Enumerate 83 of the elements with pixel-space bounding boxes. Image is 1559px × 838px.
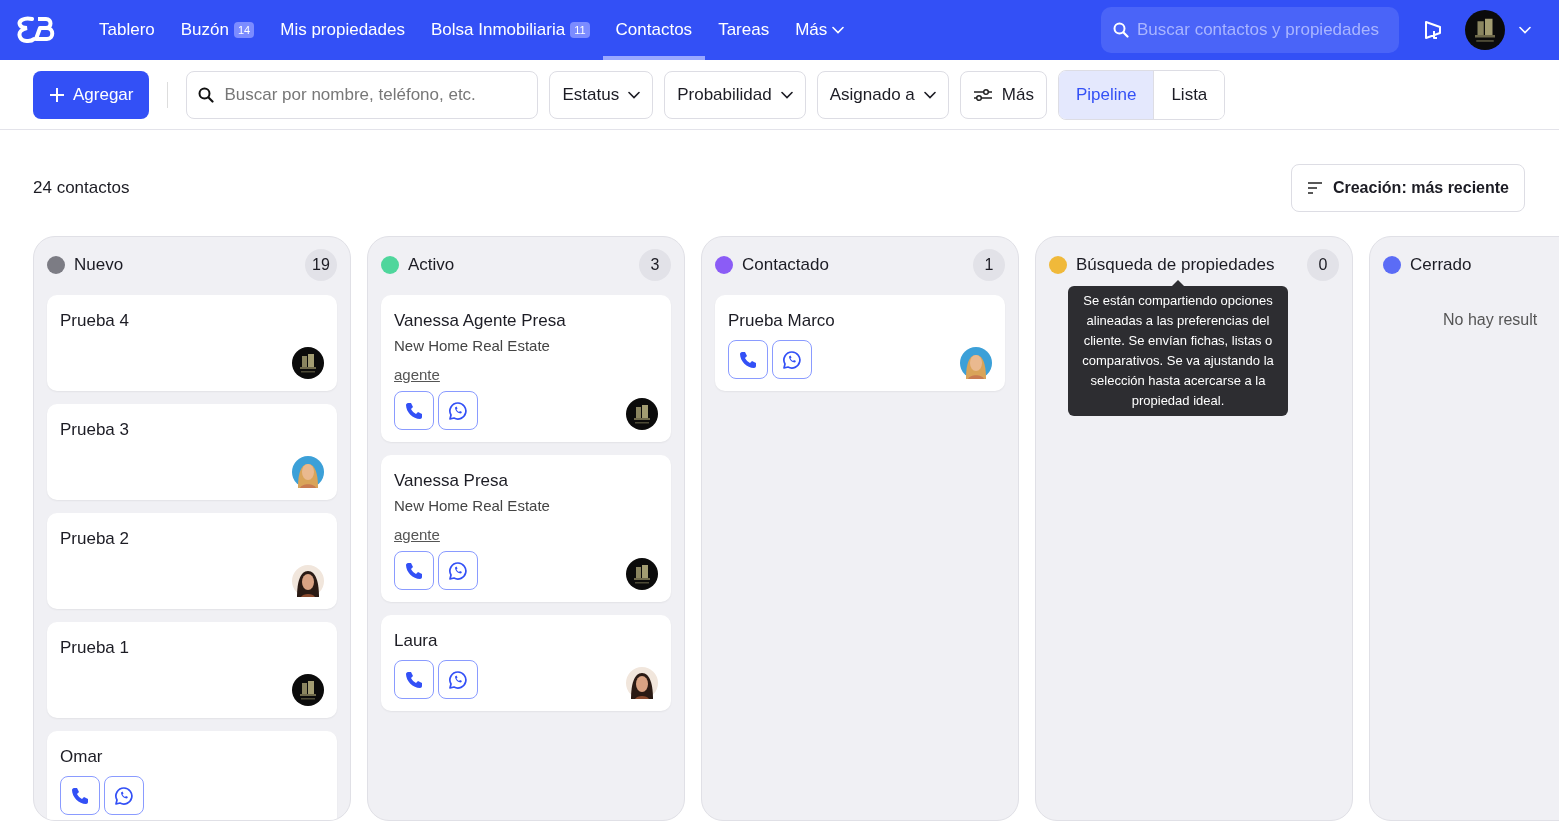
whatsapp-button[interactable] <box>104 776 144 815</box>
nav-tab[interactable]: Buzón 14 <box>167 0 268 60</box>
whatsapp-icon <box>448 400 468 421</box>
column-title: Contactado <box>742 255 829 275</box>
whatsapp-button[interactable] <box>438 551 478 590</box>
contact-name: Prueba 3 <box>60 420 130 440</box>
whatsapp-button[interactable] <box>772 340 812 379</box>
count-badge: 19 <box>305 249 337 281</box>
phone-icon <box>404 560 424 581</box>
chevron-down-icon <box>923 90 936 99</box>
add-button[interactable]: Agregar <box>33 70 150 119</box>
whatsapp-icon <box>782 349 802 370</box>
chevron-down-icon <box>832 26 845 34</box>
contact-name: Prueba 4 <box>60 311 130 331</box>
whatsapp-icon <box>114 785 134 806</box>
contact-card[interactable]: Omar <box>47 731 337 820</box>
column-title: Activo <box>408 255 455 275</box>
empty-message: No hay result <box>1443 311 1539 329</box>
phone-button[interactable] <box>394 391 434 430</box>
count-badge: 0 <box>1307 249 1339 281</box>
contact-card[interactable]: Prueba 4 <box>47 295 337 391</box>
chevron-down-icon <box>628 90 641 99</box>
column-title: Cerrado <box>1410 255 1472 275</box>
count-badge: 3 <box>639 249 671 281</box>
tag-link[interactable]: agente <box>394 526 440 543</box>
tag-link[interactable]: agente <box>394 366 440 383</box>
contact-count: 24 contactos <box>33 178 130 198</box>
column-title: Búsqueda de propiedades <box>1076 255 1275 275</box>
contact-name: Prueba Marco <box>728 311 836 331</box>
sliders-icon <box>972 87 993 102</box>
view-tab[interactable]: Lista <box>1153 70 1225 119</box>
phone-icon <box>404 400 424 421</box>
contact-card[interactable]: Laura <box>381 615 671 711</box>
count-badge: 11 <box>570 22 590 38</box>
count-badge: 14 <box>233 22 255 38</box>
filter-dropdown[interactable]: Asignado a <box>816 70 949 119</box>
whatsapp-button[interactable] <box>438 660 478 699</box>
phone-button[interactable] <box>394 551 434 590</box>
nav-tab[interactable]: Bolsa Inmobiliaria 11 <box>417 0 603 60</box>
plus-icon <box>49 86 65 103</box>
filter-dropdown[interactable]: Probabilidad <box>664 70 806 119</box>
search-icon <box>1113 22 1129 38</box>
whatsapp-icon <box>448 560 468 581</box>
phone-icon <box>738 349 758 370</box>
nav-tab[interactable]: Mis propiedades <box>267 0 418 60</box>
contact-card[interactable]: Prueba 3 <box>47 404 337 500</box>
filter-dropdown[interactable]: Estatus <box>549 70 654 119</box>
nav-tab[interactable]: Tareas <box>705 0 783 60</box>
view-tab[interactable]: Pipeline <box>1058 70 1154 119</box>
chevron-down-icon <box>780 90 793 99</box>
contact-card[interactable]: Vanessa Presa New Home Real Estate agente <box>381 455 671 602</box>
contact-card[interactable]: Prueba Marco <box>715 295 1005 391</box>
contact-name: Prueba 2 <box>60 529 130 549</box>
sort-icon <box>1306 181 1323 195</box>
contact-card[interactable]: Prueba 2 <box>47 513 337 609</box>
nav-tab[interactable]: Contactos <box>602 0 706 60</box>
whatsapp-button[interactable] <box>438 391 478 430</box>
phone-icon <box>70 785 90 806</box>
contact-name: Prueba 1 <box>60 638 130 658</box>
phone-icon <box>404 669 424 690</box>
phone-button[interactable] <box>394 660 434 699</box>
company-name: New Home Real Estate <box>394 497 551 514</box>
contact-card[interactable]: Prueba 1 <box>47 622 337 718</box>
contact-card[interactable]: Vanessa Agente Presa New Home Real Estate agente <box>381 295 671 442</box>
sort-button[interactable]: Creación: más reciente <box>1290 164 1525 212</box>
contact-name: Vanessa Agente Presa <box>394 311 567 331</box>
company-name: New Home Real Estate <box>394 337 551 354</box>
nav-tab[interactable]: Más <box>782 0 858 60</box>
chevron-down-icon <box>1519 26 1531 34</box>
contact-name: Laura <box>394 631 439 651</box>
count-badge: 1 <box>973 249 1005 281</box>
search-field[interactable]: Buscar por nombre, teléfono, etc. <box>186 70 539 119</box>
phone-button[interactable] <box>728 340 768 379</box>
tooltip: Se están compartiendo opciones alineadas a las preferencias del cliente. Se envían fichas, listas o comparativos. Se va ajustando la selección hasta acercarse a la propiedad ideal. <box>1068 280 1288 416</box>
more-filters-button[interactable]: Más <box>959 70 1047 119</box>
contact-name: Omar <box>60 747 104 767</box>
contact-name: Vanessa Presa <box>394 471 510 491</box>
phone-button[interactable] <box>60 776 100 815</box>
logo-icon[interactable] <box>16 15 56 45</box>
whatsapp-icon <box>448 669 468 690</box>
column-title: Nuevo <box>74 255 124 275</box>
nav-tab[interactable]: Tablero <box>86 0 168 60</box>
search-icon <box>198 86 215 103</box>
